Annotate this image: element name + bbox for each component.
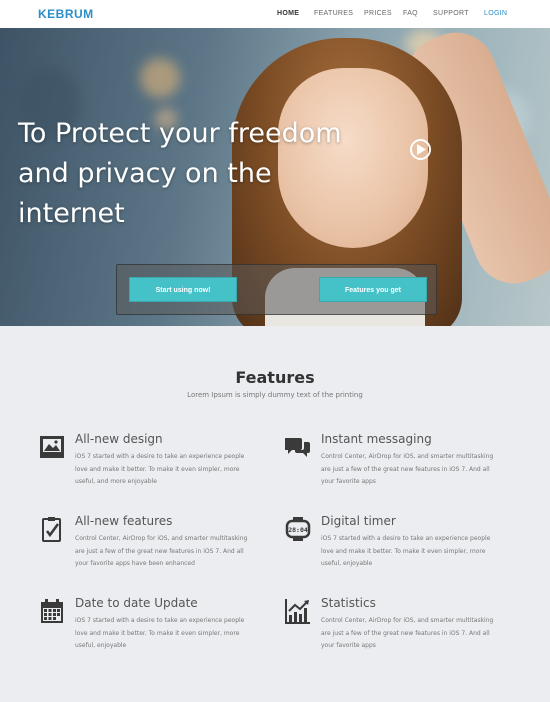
brand-logo[interactable]: KEBRUM bbox=[38, 7, 94, 21]
start-using-button[interactable]: Start using now! bbox=[129, 277, 237, 302]
feature-description: Control Center, AirDrop for iOS, and sma… bbox=[321, 453, 494, 485]
feature-title: Instant messaging bbox=[321, 432, 432, 446]
svg-text:28:04: 28:04 bbox=[288, 526, 308, 534]
feature-description: iOS 7 started with a desire to take an e… bbox=[75, 617, 245, 649]
feature-description: Control Center, AirDrop for iOS, and sma… bbox=[321, 617, 494, 649]
feature-description: iOS 7 started with a desire to take an e… bbox=[75, 453, 245, 485]
features-button[interactable]: Features you get bbox=[319, 277, 427, 302]
play-icon[interactable] bbox=[410, 139, 431, 160]
digital-watch-icon: 28:04 bbox=[285, 516, 311, 542]
feature-title: All-new design bbox=[75, 432, 163, 446]
image-icon bbox=[39, 434, 65, 460]
hero-bokeh bbox=[140, 58, 180, 98]
cta-panel: Start using now! Features you get bbox=[116, 264, 437, 315]
top-navbar: KEBRUM HOME FEATURES PRICES FAQ SUPPORT … bbox=[0, 0, 550, 28]
bar-chart-icon bbox=[285, 598, 311, 624]
login-link[interactable]: LOGIN bbox=[484, 10, 507, 17]
feature-title: Date to date Update bbox=[75, 596, 198, 610]
nav-item-prices[interactable]: PRICES bbox=[364, 10, 392, 17]
nav-item-home[interactable]: HOME bbox=[277, 10, 299, 17]
feature-description: Control Center, AirDrop for iOS, and sma… bbox=[75, 535, 248, 567]
clipboard-check-icon bbox=[39, 516, 65, 542]
hero-banner: To Protect your freedom and privacy on t… bbox=[0, 28, 550, 326]
hero-title: To Protect your freedom and privacy on t… bbox=[18, 114, 378, 234]
hero-title-line2: and privacy on the internet bbox=[18, 158, 272, 229]
feature-description: iOS 7 started with a desire to take an e… bbox=[321, 535, 491, 567]
features-subtitle: Lorem Ipsum is simply dummy text of the … bbox=[187, 391, 363, 399]
feature-title: All-new features bbox=[75, 514, 173, 528]
nav-item-support[interactable]: SUPPORT bbox=[433, 10, 469, 17]
calendar-icon bbox=[39, 598, 65, 624]
chat-icon bbox=[284, 434, 311, 460]
feature-title: Digital timer bbox=[321, 514, 396, 528]
nav-item-faq[interactable]: FAQ bbox=[403, 10, 418, 17]
nav-item-features[interactable]: FEATURES bbox=[314, 10, 353, 17]
slider-dots bbox=[524, 321, 542, 323]
feature-title: Statistics bbox=[321, 596, 376, 610]
features-heading: Features bbox=[235, 368, 315, 387]
hero-title-line1: To Protect your freedom bbox=[18, 118, 342, 149]
